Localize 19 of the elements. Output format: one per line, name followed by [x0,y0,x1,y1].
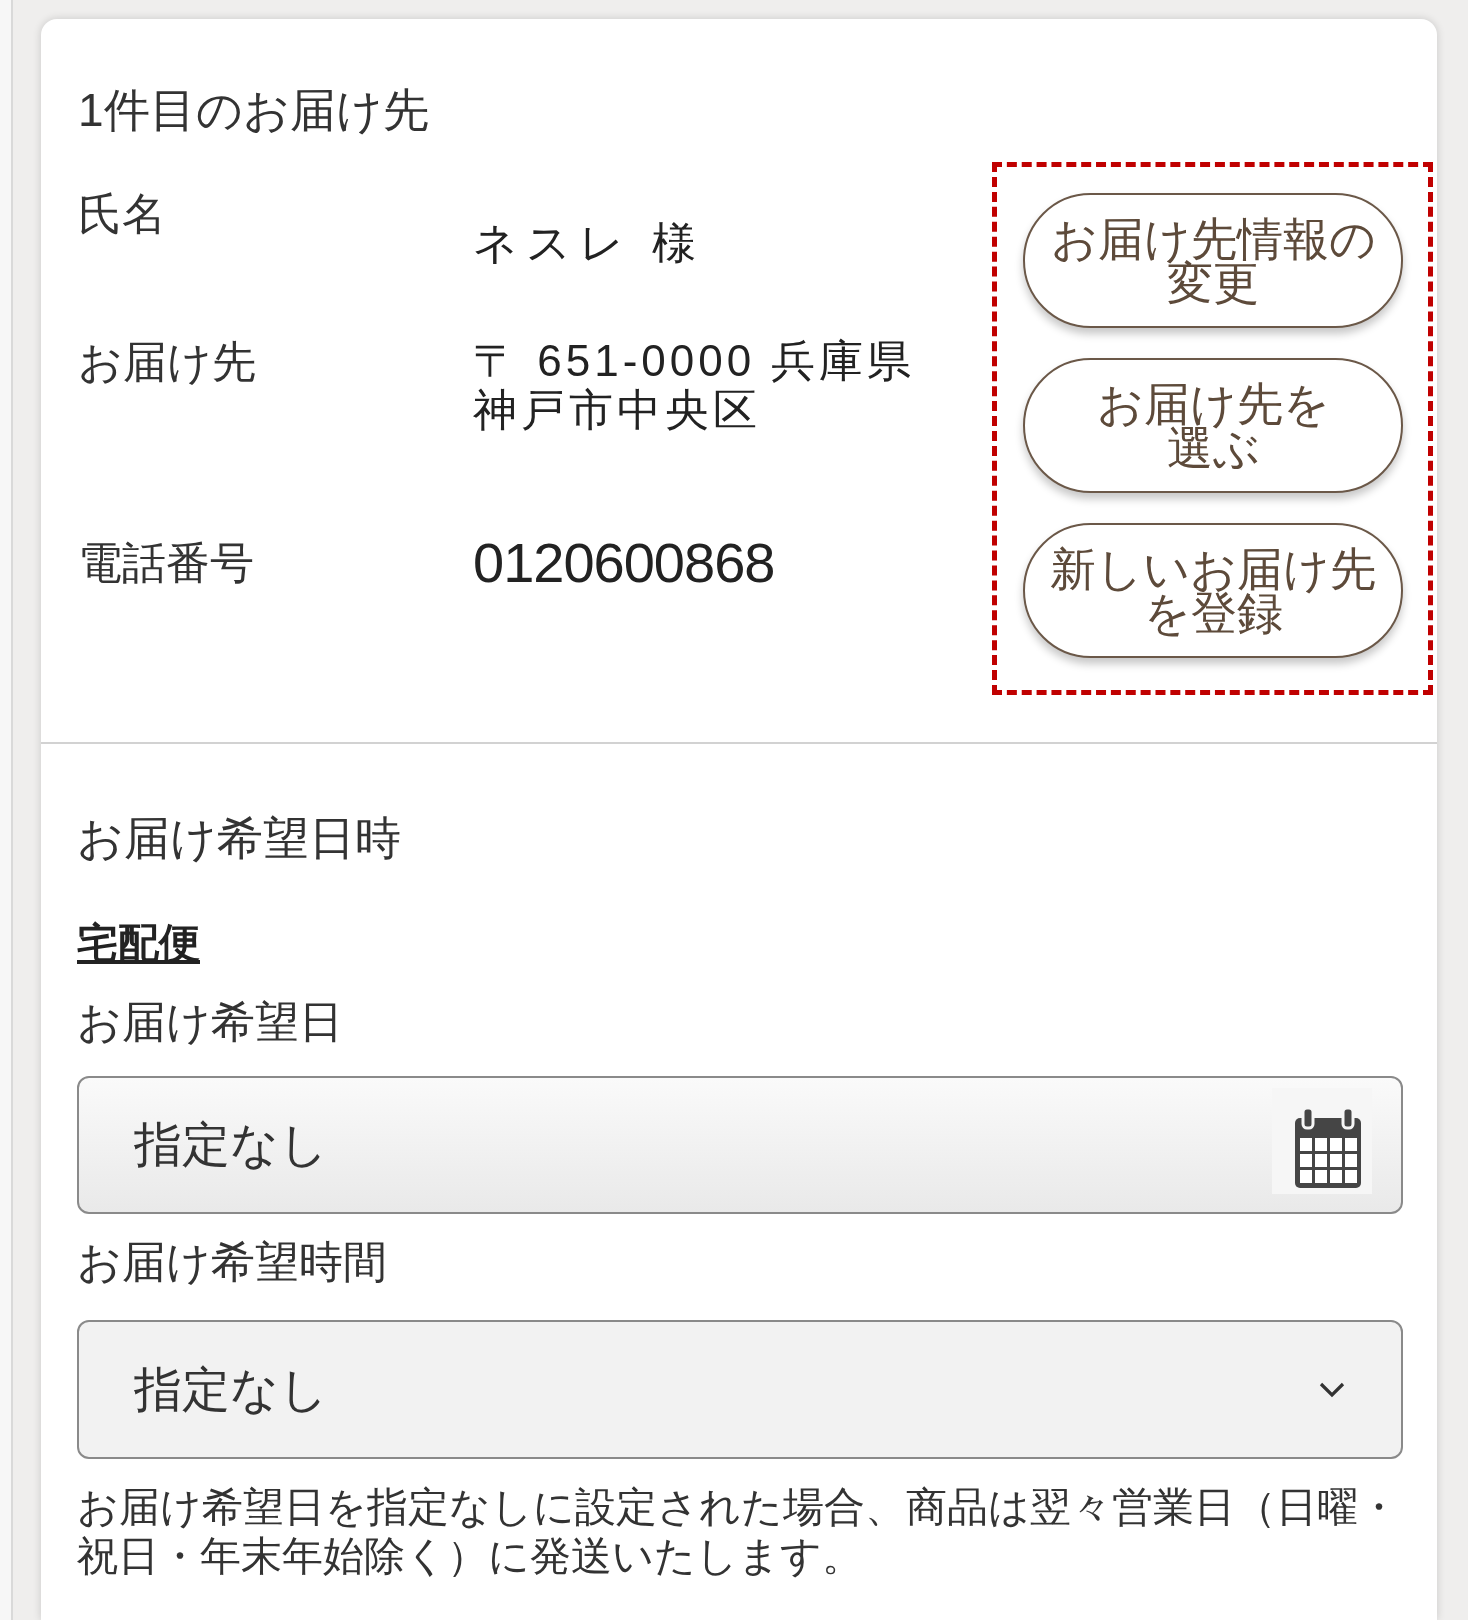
section-title: お届け希望日時 [77,811,401,866]
field-label: 電話番号 [78,537,255,589]
address-action-button[interactable]: 新しいお届け先 を登録 [1023,523,1403,658]
field-label: お届け先 [78,336,257,388]
address-line: 神戸市中央区 [473,385,761,434]
field-label: 氏名 [78,188,167,240]
time-select[interactable]: 指定なし [77,1320,1403,1459]
field-label: お届け希望時間 [77,1236,387,1288]
field-label: お届け希望日 [77,996,343,1048]
address-action-button[interactable]: お届け先情報の 変更 [1023,193,1403,328]
address-line: 〒 651-0000 兵庫県 [473,336,916,385]
delivery-note: お届け希望日を指定なしに設定された場合、商品は翌々営業日（日曜・祝日・年末年始除く）に発送いたします。 [77,1483,1400,1581]
recipient-name: ネスレ 様 [473,217,705,269]
chevron-down-icon [1319,1381,1345,1398]
date-field[interactable]: 指定なし [77,1076,1403,1214]
address-action-button[interactable]: お届け先を 選ぶ [1023,358,1403,493]
section-title: 1件目のお届け先 [78,83,429,138]
method-heading: 宅配便 [77,919,200,968]
phone-number: 0120600868 [473,537,775,589]
